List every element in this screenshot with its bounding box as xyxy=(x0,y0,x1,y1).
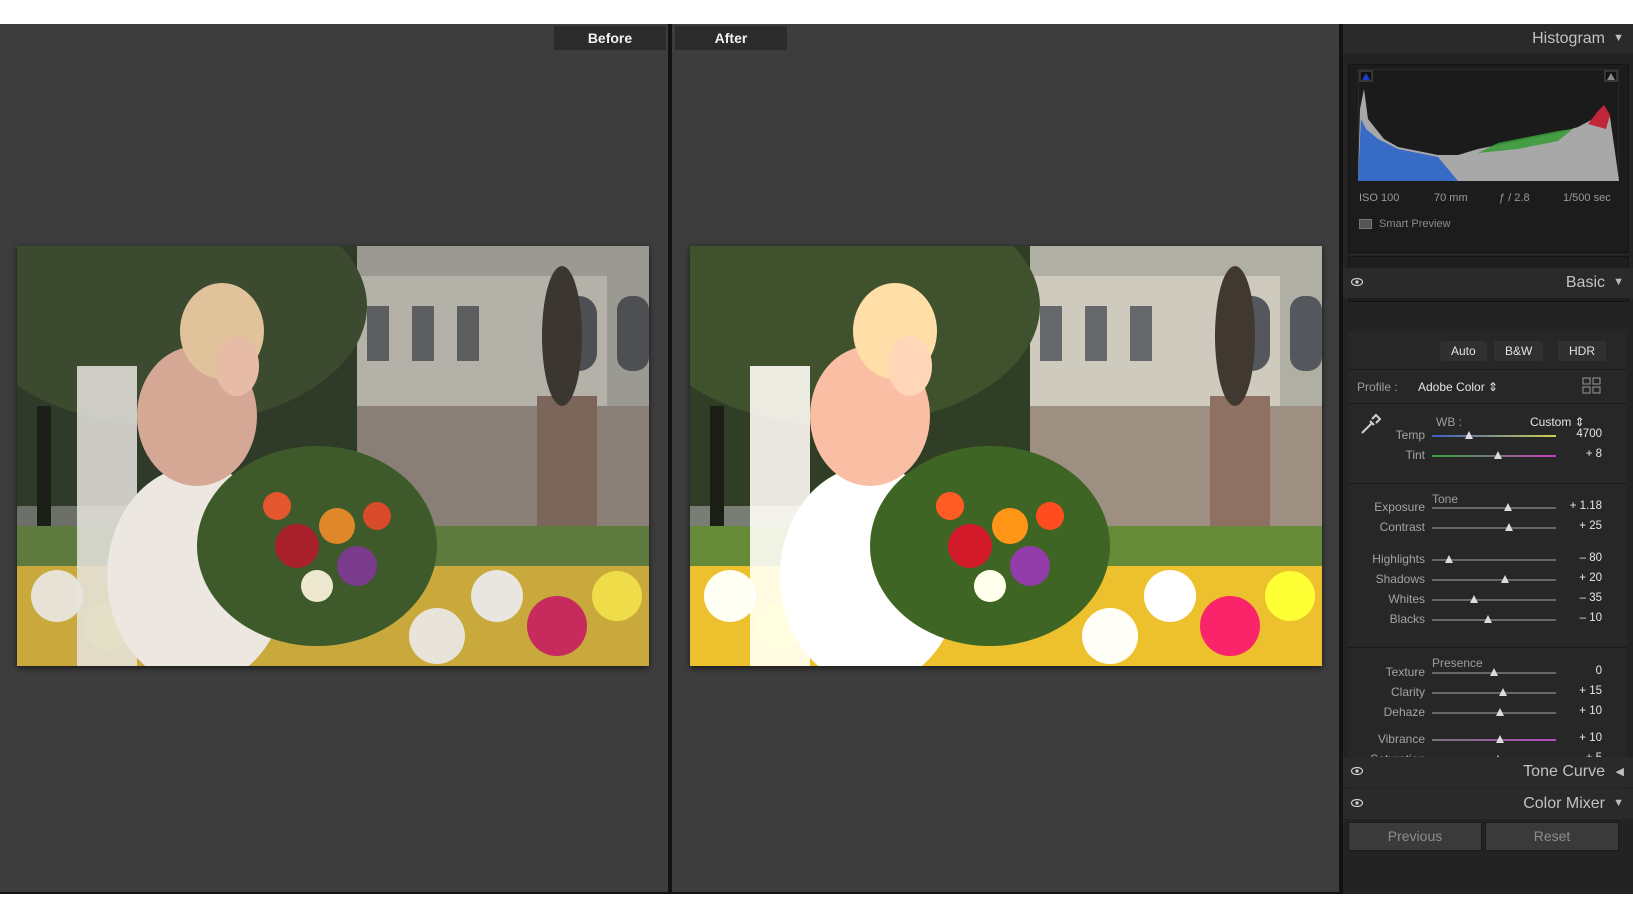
before-label: Before xyxy=(554,26,666,50)
bw-button[interactable]: B&W xyxy=(1494,341,1544,361)
contrast-slider[interactable] xyxy=(1432,527,1556,529)
blacks-slider-handle[interactable] xyxy=(1483,615,1492,623)
temp-value[interactable]: 4700 xyxy=(1540,428,1602,440)
dehaze-value[interactable]: + 10 xyxy=(1540,705,1602,717)
divider xyxy=(1348,403,1627,404)
profile-select[interactable]: Adobe Color ⇕ xyxy=(1418,380,1498,394)
shadows-value[interactable]: + 20 xyxy=(1540,572,1602,584)
contrast-value[interactable]: + 25 xyxy=(1540,520,1602,532)
profile-label: Profile : xyxy=(1357,380,1398,394)
clarity-slider[interactable] xyxy=(1432,692,1556,694)
whites-value[interactable]: – 35 xyxy=(1540,592,1602,604)
exposure-value[interactable]: + 1.18 xyxy=(1540,500,1602,512)
blacks-value[interactable]: – 10 xyxy=(1540,612,1602,624)
smart-preview[interactable]: Smart Preview xyxy=(1359,218,1451,230)
clarity-slider-handle[interactable] xyxy=(1498,688,1507,696)
whites-label: Whites xyxy=(1388,592,1425,606)
presence-label: Presence xyxy=(1432,656,1483,670)
auto-button[interactable]: Auto xyxy=(1440,341,1487,361)
contrast-label: Contrast xyxy=(1379,520,1425,534)
before-photo xyxy=(17,246,649,666)
aperture-readout: ƒ / 2.8 xyxy=(1499,192,1530,204)
divider xyxy=(1348,647,1627,648)
wb-label: WB : xyxy=(1436,415,1462,429)
histogram-header[interactable]: Histogram ▼ xyxy=(1343,24,1633,54)
smart-preview-label: Smart Preview xyxy=(1379,218,1451,230)
before-pane: Before xyxy=(0,24,668,892)
after-photo xyxy=(690,246,1322,666)
shutter-readout: 1/500 sec xyxy=(1563,192,1611,204)
focal-readout: 70 mm xyxy=(1434,192,1468,204)
clarity-value[interactable]: + 15 xyxy=(1540,685,1602,697)
exposure-slider[interactable] xyxy=(1432,507,1556,509)
contrast-slider-handle[interactable] xyxy=(1504,523,1513,531)
tint-value[interactable]: + 8 xyxy=(1540,448,1602,460)
color-mixer-header[interactable]: Color Mixer ▼ xyxy=(1343,789,1633,819)
after-label: After xyxy=(675,26,787,50)
triangle-down-icon[interactable]: ▼ xyxy=(1613,276,1624,288)
eye-icon[interactable] xyxy=(1351,278,1363,286)
triangle-left-icon[interactable]: ◀ xyxy=(1616,765,1624,778)
after-pane: After xyxy=(672,24,1339,892)
highlights-label: Highlights xyxy=(1372,552,1425,566)
basic-section: Auto B&W HDR Profile : Adobe Color ⇕ WB … xyxy=(1348,331,1627,804)
triangle-down-icon[interactable]: ▼ xyxy=(1613,32,1624,44)
highlights-value[interactable]: – 80 xyxy=(1540,552,1602,564)
vibrance-value[interactable]: + 10 xyxy=(1540,732,1602,744)
develop-panel: Histogram ▼ ISO 100 70 mm ƒ / 2.8 1/500 … xyxy=(1343,24,1633,894)
triangle-down-icon[interactable]: ▼ xyxy=(1613,797,1624,809)
tone-label: Tone xyxy=(1432,492,1459,506)
histogram-graph xyxy=(1358,69,1619,181)
whites-slider[interactable] xyxy=(1432,599,1556,601)
texture-value[interactable]: 0 xyxy=(1540,665,1602,677)
previous-button[interactable]: Previous xyxy=(1348,822,1482,851)
wb-select[interactable]: Custom ⇕ xyxy=(1530,415,1585,429)
divider xyxy=(1348,369,1627,370)
shadows-slider[interactable] xyxy=(1432,579,1556,581)
eye-icon[interactable] xyxy=(1351,799,1363,807)
iso-readout: ISO 100 xyxy=(1359,192,1400,204)
vibrance-label: Vibrance xyxy=(1377,732,1425,746)
texture-label: Texture xyxy=(1385,665,1425,679)
temp-slider-handle[interactable] xyxy=(1465,431,1474,439)
tone-curve-header[interactable]: Tone Curve ◀ xyxy=(1343,757,1633,787)
histogram-title: Histogram xyxy=(1532,30,1605,47)
eye-icon[interactable] xyxy=(1351,767,1363,775)
whites-slider-handle[interactable] xyxy=(1470,595,1479,603)
tone-curve-title: Tone Curve xyxy=(1523,763,1605,780)
blacks-label: Blacks xyxy=(1389,612,1425,626)
blacks-slider[interactable] xyxy=(1432,619,1556,621)
dehaze-label: Dehaze xyxy=(1383,705,1425,719)
dehaze-slider[interactable] xyxy=(1432,712,1556,714)
tint-label: Tint xyxy=(1405,448,1425,462)
temp-slider[interactable] xyxy=(1432,435,1556,437)
hdr-button[interactable]: HDR xyxy=(1558,341,1606,361)
vibrance-slider-handle[interactable] xyxy=(1496,735,1505,743)
basic-header[interactable]: Basic ▼ xyxy=(1343,268,1633,298)
lightroom-window: Before After Histogram ▼ ISO 100 70 mm ƒ… xyxy=(0,24,1633,894)
temp-label: Temp xyxy=(1395,428,1425,442)
grid-view-icon[interactable] xyxy=(1582,377,1602,395)
shadows-label: Shadows xyxy=(1375,572,1425,586)
color-mixer-title: Color Mixer xyxy=(1523,795,1605,812)
clarity-label: Clarity xyxy=(1390,685,1425,699)
highlights-slider-handle[interactable] xyxy=(1445,555,1454,563)
divider xyxy=(1348,483,1627,484)
smart-preview-checkbox[interactable] xyxy=(1359,219,1372,230)
shadows-slider-handle[interactable] xyxy=(1501,575,1510,583)
exposure-label: Exposure xyxy=(1374,500,1425,514)
reset-button[interactable]: Reset xyxy=(1485,822,1619,851)
tint-slider-handle[interactable] xyxy=(1493,451,1502,459)
exposure-slider-handle[interactable] xyxy=(1503,503,1512,511)
vibrance-slider[interactable] xyxy=(1432,739,1556,741)
dehaze-slider-handle[interactable] xyxy=(1496,708,1505,716)
basic-title: Basic xyxy=(1565,274,1605,291)
texture-slider-handle[interactable] xyxy=(1490,668,1498,676)
histogram: ISO 100 70 mm ƒ / 2.8 1/500 sec Smart Pr… xyxy=(1348,64,1629,253)
